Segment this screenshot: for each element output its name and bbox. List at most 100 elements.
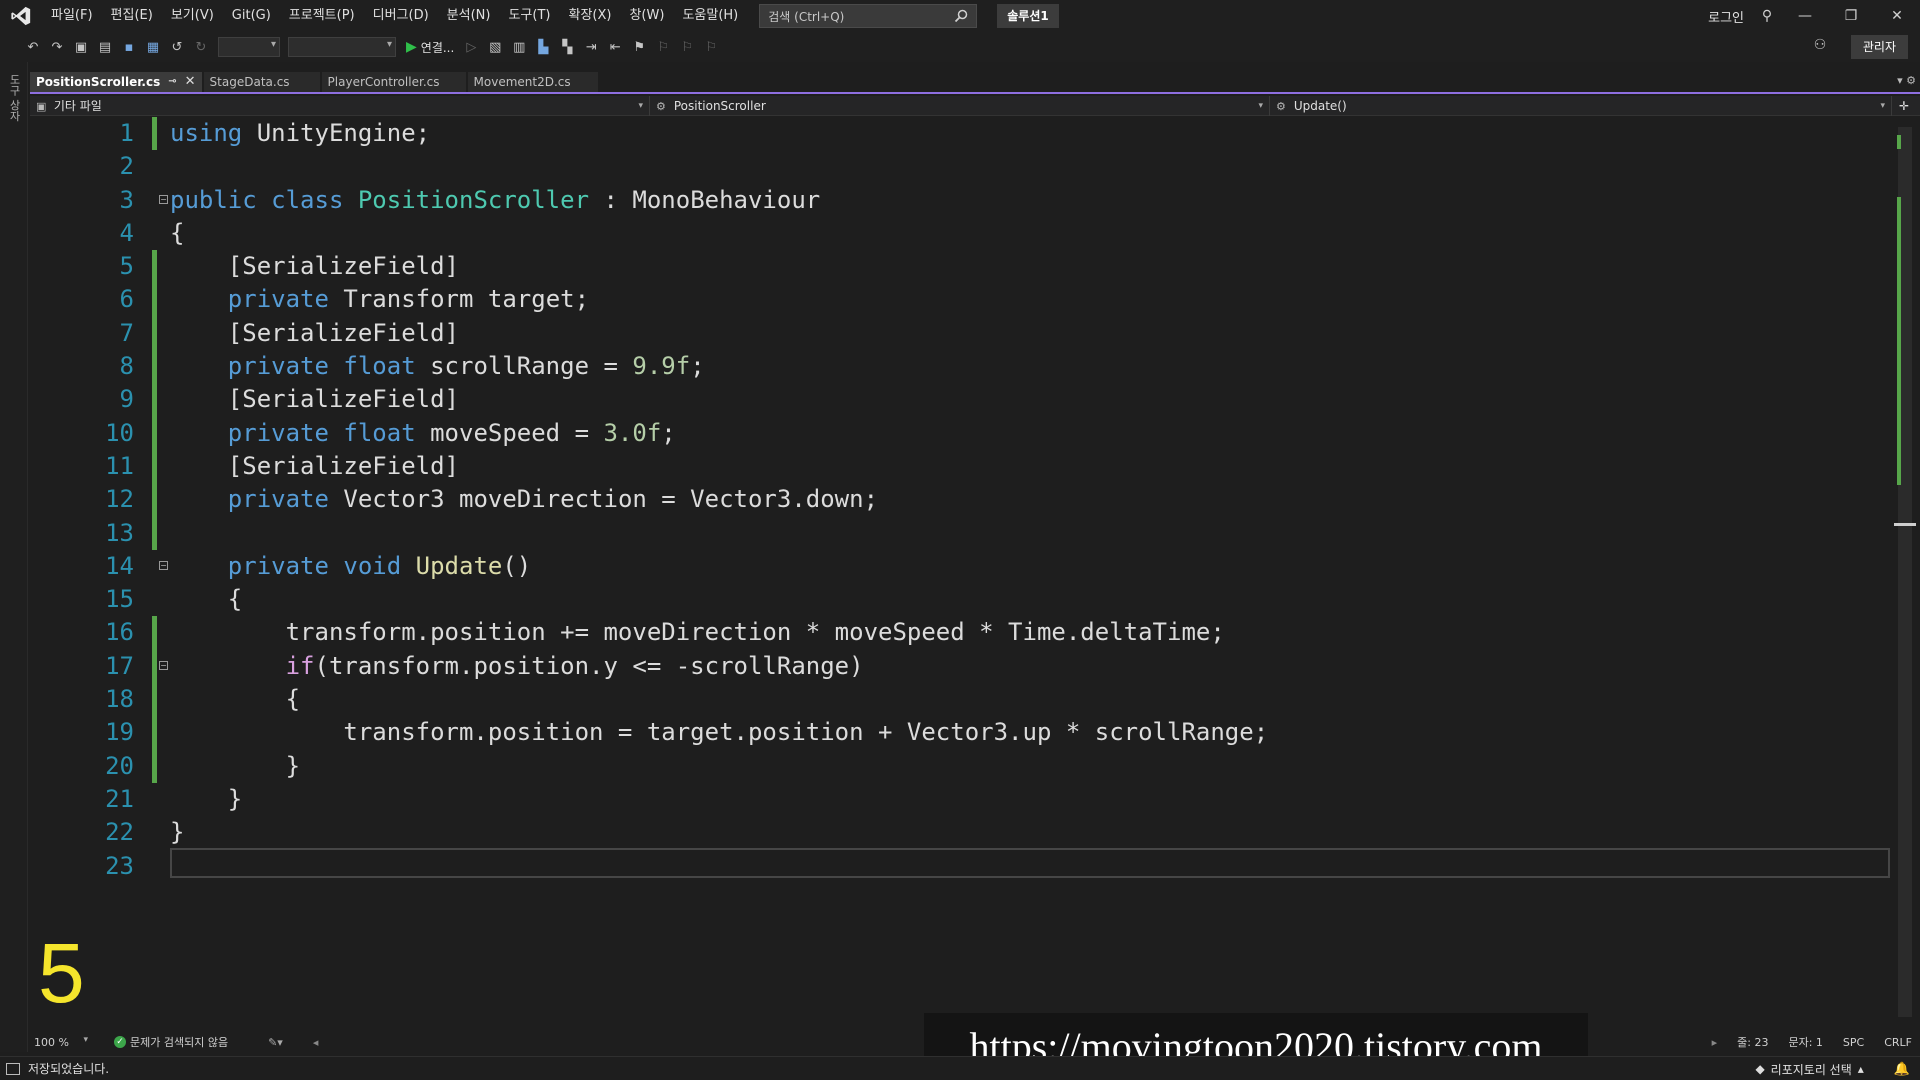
chevron-up-icon[interactable]: ▴ (1858, 1062, 1864, 1076)
save-icon[interactable]: ▪ (118, 36, 140, 58)
live-share-icon[interactable]: ⚇ (1810, 37, 1830, 57)
zoom-dropdown[interactable]: 100 % (30, 1035, 90, 1049)
title-right-area: 로그인 ⚲ — ❐ ✕ (1708, 0, 1920, 32)
collapse-icon[interactable]: − (159, 194, 168, 204)
run-button[interactable]: ▶ 연결... (406, 39, 454, 56)
code-editor[interactable]: 1 using UnityEngine; 2 3− public class Pos… (30, 117, 1890, 1032)
menu-git[interactable]: Git(G) (223, 0, 280, 32)
close-window-button[interactable]: ✕ (1874, 0, 1920, 32)
close-icon[interactable]: ✕ (185, 72, 196, 92)
back-icon[interactable]: ↶ (22, 36, 44, 58)
visual-studio-logo-icon[interactable] (0, 0, 42, 32)
minimize-button[interactable]: — (1782, 0, 1828, 32)
format-icon[interactable]: ▚ (556, 36, 578, 58)
status-message: 저장되었습니다. (28, 1062, 110, 1076)
modified-marker (152, 416, 157, 450)
code-line: 3 − public class PositionScroller : MonoBe… (30, 184, 1890, 217)
code-line: 6 private Transform target; (30, 283, 1890, 317)
browser-link-icon[interactable]: ▧ (484, 36, 506, 58)
tab-stagedata[interactable]: StageData.cs (203, 72, 320, 92)
line-number: 7 (119, 318, 134, 347)
save-all-icon[interactable]: ▦ (142, 36, 164, 58)
code-text: transform.position = target.position + V… (170, 718, 1269, 747)
platform-dropdown[interactable] (288, 37, 396, 57)
char-indicator[interactable]: 문자: 1 (1788, 1034, 1822, 1050)
toolbox-label[interactable]: 도구 상자 (6, 74, 22, 122)
menu-window[interactable]: 창(W) (620, 0, 673, 32)
line-ending-indicator[interactable]: CRLF (1884, 1036, 1912, 1049)
navigation-bar: ▣ 기타 파일 ▾ ⚙ PositionScroller ▾ ⚙ Update(… (30, 96, 1920, 116)
tab-overflow-icon[interactable]: ▾ ⚙ (1897, 74, 1916, 87)
line-number: 19 (105, 718, 134, 747)
bookmark-icon[interactable]: ⚑ (628, 36, 650, 58)
chevron-down-icon: ▾ (1880, 101, 1885, 111)
repository-selector[interactable]: 리포지토리 선택 (1771, 1061, 1852, 1078)
code-text: public class PositionScroller : MonoBeha… (170, 185, 821, 214)
redo-icon[interactable]: ↻ (190, 36, 212, 58)
code-cleanup-icon[interactable]: ✎▾ (268, 1036, 283, 1049)
pin-icon[interactable]: ⊸ (168, 72, 176, 92)
menu-edit[interactable]: 편집(E) (102, 0, 162, 32)
member-label: Update() (1293, 99, 1347, 113)
code-text: [SerializeField] (170, 385, 459, 414)
undo-icon[interactable]: ↺ (166, 36, 188, 58)
menu-file[interactable]: 파일(F) (42, 0, 102, 32)
vertical-scrollbar[interactable] (1890, 117, 1920, 1032)
collapse-icon[interactable]: − (159, 560, 168, 570)
next-bookmark-icon[interactable]: ⚐ (676, 36, 698, 58)
code-text: } (170, 818, 185, 847)
menu-debug[interactable]: 디버그(D) (364, 0, 438, 32)
outdent-icon[interactable]: ⇤ (604, 36, 626, 58)
forward-icon[interactable]: ↷ (46, 36, 68, 58)
tab-playercontroller[interactable]: PlayerController.cs (321, 72, 466, 92)
open-file-icon[interactable]: ▤ (94, 36, 116, 58)
tab-movement2d[interactable]: Movement2D.cs (467, 72, 598, 92)
class-label: PositionScroller (673, 99, 766, 113)
menu-analyze[interactable]: 분석(N) (438, 0, 500, 32)
line-indicator[interactable]: 줄: 23 (1737, 1034, 1768, 1050)
admin-badge[interactable]: 관리자 (1850, 35, 1908, 59)
code-line: 19 transform.position = target.position … (30, 716, 1890, 750)
clear-bookmarks-icon[interactable]: ⚐ (700, 36, 722, 58)
configuration-dropdown[interactable] (218, 37, 280, 57)
scroll-left-icon[interactable]: ◂ (313, 1036, 319, 1049)
code-text: { (170, 585, 243, 614)
project-dropdown[interactable]: ▣ 기타 파일 ▾ (30, 96, 650, 116)
restore-button[interactable]: ❐ (1828, 0, 1874, 32)
notification-bell-icon[interactable]: 🔔 (1894, 1062, 1910, 1077)
output-icon[interactable] (6, 1062, 20, 1075)
issues-indicator[interactable]: ✓ 문제가 검색되지 않음 (114, 1034, 228, 1050)
new-project-icon[interactable]: ▣ (70, 36, 92, 58)
menu-view[interactable]: 보기(V) (162, 0, 223, 32)
modified-marker (152, 283, 157, 317)
start-without-debugging-icon[interactable]: ▷ (460, 36, 482, 58)
toolbox-strip[interactable]: 도구 상자 (0, 62, 28, 1052)
chevron-down-icon: ▾ (1258, 101, 1263, 111)
modified-marker (152, 117, 157, 151)
prev-bookmark-icon[interactable]: ⚐ (652, 36, 674, 58)
scroll-right-icon[interactable]: ▸ (1712, 1036, 1718, 1049)
tab-positionscroller[interactable]: PositionScroller.cs ⊸ ✕ (30, 72, 202, 92)
spacing-indicator[interactable]: SPC (1843, 1036, 1864, 1049)
split-icon[interactable]: ✛ (1892, 96, 1916, 115)
indent-icon[interactable]: ⇥ (580, 36, 602, 58)
current-line-highlight (170, 848, 1890, 878)
code-line: 12 private Vector3 moveDirection = Vecto… (30, 483, 1890, 517)
account-icon[interactable]: ⚲ (1752, 0, 1782, 32)
collapse-icon[interactable]: − (159, 660, 168, 670)
menu-extensions[interactable]: 확장(X) (559, 0, 620, 32)
step-icon[interactable]: ▙ (532, 36, 554, 58)
search-input[interactable]: 검색 (Ctrl+Q) (759, 4, 978, 28)
member-dropdown[interactable]: ⚙ Update() ▾ (1270, 96, 1892, 116)
menu-project[interactable]: 프로젝트(P) (280, 0, 364, 32)
line-number: 6 (119, 285, 134, 314)
modified-marker (152, 383, 157, 417)
title-menu-bar: 파일(F) 편집(E) 보기(V) Git(G) 프로젝트(P) 디버그(D) … (0, 0, 1920, 32)
login-button[interactable]: 로그인 (1708, 7, 1744, 26)
layout-icon[interactable]: ▥ (508, 36, 530, 58)
menu-help[interactable]: 도움말(H) (673, 0, 747, 32)
class-dropdown[interactable]: ⚙ PositionScroller ▾ (650, 96, 1270, 116)
menu-tools[interactable]: 도구(T) (499, 0, 559, 32)
standard-toolbar: ↶ ↷ ▣ ▤ ▪ ▦ ↺ ↻ ▶ 연결... ▷ ▧ ▥ ▙ ▚ ⇥ ⇤ ⚑ … (0, 32, 1920, 62)
solution-name-badge[interactable]: 솔루션1 (997, 4, 1059, 28)
